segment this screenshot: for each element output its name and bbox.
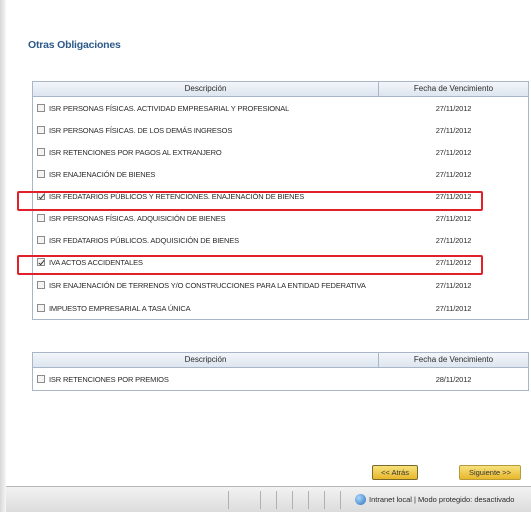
section-title: Otras Obligaciones (28, 39, 121, 51)
status-divider (276, 491, 277, 509)
column-header-due-date: Fecha de Vencimiento (413, 355, 494, 364)
checkbox-checked[interactable] (37, 192, 45, 200)
status-divider (340, 491, 341, 509)
checkbox[interactable] (37, 236, 45, 244)
status-divider (308, 491, 309, 509)
obligation-label: ISR FEDATARIOS PÚBLICOS Y RETENCIONES. E… (49, 191, 305, 201)
status-divider (324, 491, 325, 509)
description-cell: IMPUESTO EMPRESARIAL A TASA ÚNICA (33, 304, 379, 313)
due-date-cell: 27/11/2012 (435, 147, 472, 157)
table-row: ISR PERSONAS FÍSICAS. DE LOS DEMÁS INGRE… (33, 119, 528, 141)
due-date-cell: 27/11/2012 (435, 169, 472, 179)
obligation-label: ISR PERSONAS FÍSICAS. ADQUISICIÓN DE BIE… (49, 213, 226, 223)
description-cell: ISR PERSONAS FÍSICAS. DE LOS DEMÁS INGRE… (33, 126, 379, 135)
description-cell: ISR ENAJENACIÓN DE TERRENOS Y/O CONSTRUC… (33, 281, 379, 290)
column-header-description: Descripción (33, 353, 379, 367)
due-date-cell: 28/11/2012 (435, 374, 472, 384)
checkbox[interactable] (37, 281, 45, 289)
due-date-cell: 27/11/2012 (435, 191, 472, 201)
checkbox-checked[interactable] (37, 258, 45, 266)
checkbox[interactable] (37, 126, 45, 134)
column-header-due-date: Fecha de Vencimiento (413, 84, 494, 93)
globe-icon (355, 494, 366, 505)
obligation-label: ISR PERSONAS FÍSICAS. DE LOS DEMÁS INGRE… (49, 125, 233, 135)
column-header-description: Descripción (33, 82, 379, 96)
due-date-cell: 27/11/2012 (435, 235, 472, 245)
checkbox[interactable] (37, 170, 45, 178)
due-date-cell: 27/11/2012 (435, 280, 472, 290)
checkbox[interactable] (37, 304, 45, 312)
obligation-label: ISR ENAJENACIÓN DE TERRENOS Y/O CONSTRUC… (49, 280, 366, 290)
checkbox[interactable] (37, 214, 45, 222)
status-bar: Intranet local | Modo protegido: desacti… (6, 486, 531, 512)
obligation-label: ISR PERSONAS FÍSICAS. ACTIVIDAD EMPRESAR… (49, 103, 290, 113)
table-row: IVA ACTOS ACCIDENTALES 27/11/2012 (33, 251, 528, 273)
obligations-table: Descripción Fecha de Vencimiento ISR PER… (32, 81, 529, 320)
description-cell: ISR ENAJENACIÓN DE BIENES (33, 170, 379, 179)
description-cell: ISR FEDATARIOS PÚBLICOS Y RETENCIONES. E… (33, 192, 379, 201)
status-divider (260, 491, 261, 509)
table-body: ISR PERSONAS FÍSICAS. ACTIVIDAD EMPRESAR… (33, 97, 528, 319)
status-divider (292, 491, 293, 509)
due-date-cell: 27/11/2012 (435, 213, 472, 223)
security-zone-text[interactable]: Intranet local | Modo protegido: desacti… (369, 495, 514, 504)
table-row: IMPUESTO EMPRESARIAL A TASA ÚNICA 27/11/2… (33, 297, 528, 319)
next-button[interactable]: Siguiente >> (459, 465, 521, 480)
table-header: Descripción Fecha de Vencimiento (33, 353, 528, 368)
obligation-label: ISR RETENCIONES POR PREMIOS (49, 374, 169, 384)
obligation-label: IMPUESTO EMPRESARIAL A TASA ÚNICA (49, 303, 191, 313)
obligation-label: ISR ENAJENACIÓN DE BIENES (49, 169, 156, 179)
status-divider (228, 491, 229, 509)
obligation-label: ISR FEDATARIOS PÚBLICOS. ADQUISICIÓN DE … (49, 235, 239, 245)
checkbox[interactable] (37, 375, 45, 383)
description-cell: ISR RETENCIONES POR PAGOS AL EXTRANJERO (33, 148, 379, 157)
browser-content: Otras Obligaciones Descripción Fecha de … (0, 0, 531, 512)
table-body: ISR RETENCIONES POR PREMIOS 28/11/2012 (33, 368, 528, 390)
description-cell: IVA ACTOS ACCIDENTALES (33, 258, 379, 267)
table-row: ISR ENAJENACIÓN DE TERRENOS Y/O CONSTRUC… (33, 273, 528, 297)
due-date-cell: 27/11/2012 (435, 125, 472, 135)
obligation-label: IVA ACTOS ACCIDENTALES (49, 257, 143, 267)
table-row: ISR FEDATARIOS PÚBLICOS Y RETENCIONES. E… (33, 185, 528, 207)
table-row: ISR PERSONAS FÍSICAS. ACTIVIDAD EMPRESAR… (33, 97, 528, 119)
checkbox[interactable] (37, 104, 45, 112)
due-date-cell: 27/11/2012 (435, 303, 472, 313)
table-row: ISR RETENCIONES POR PREMIOS 28/11/2012 (33, 368, 528, 390)
table-row: ISR PERSONAS FÍSICAS. ADQUISICIÓN DE BIE… (33, 207, 528, 229)
table-row: ISR RETENCIONES POR PAGOS AL EXTRANJERO 2… (33, 141, 528, 163)
description-cell: ISR PERSONAS FÍSICAS. ADQUISICIÓN DE BIE… (33, 214, 379, 223)
table-row: ISR FEDATARIOS PÚBLICOS. ADQUISICIÓN DE … (33, 229, 528, 251)
checkbox[interactable] (37, 148, 45, 156)
obligation-label: ISR RETENCIONES POR PAGOS AL EXTRANJERO (49, 147, 222, 157)
table-row: ISR ENAJENACIÓN DE BIENES 27/11/2012 (33, 163, 528, 185)
description-cell: ISR FEDATARIOS PÚBLICOS. ADQUISICIÓN DE … (33, 236, 379, 245)
window-edge (0, 0, 6, 512)
due-date-cell: 27/11/2012 (435, 257, 472, 267)
due-date-cell: 27/11/2012 (435, 103, 472, 113)
description-cell: ISR PERSONAS FÍSICAS. ACTIVIDAD EMPRESAR… (33, 104, 379, 113)
table-header: Descripción Fecha de Vencimiento (33, 82, 528, 97)
additional-obligations-table: Descripción Fecha de Vencimiento ISR RET… (32, 352, 529, 391)
description-cell: ISR RETENCIONES POR PREMIOS (33, 375, 379, 384)
back-button[interactable]: << Atrás (372, 465, 418, 480)
